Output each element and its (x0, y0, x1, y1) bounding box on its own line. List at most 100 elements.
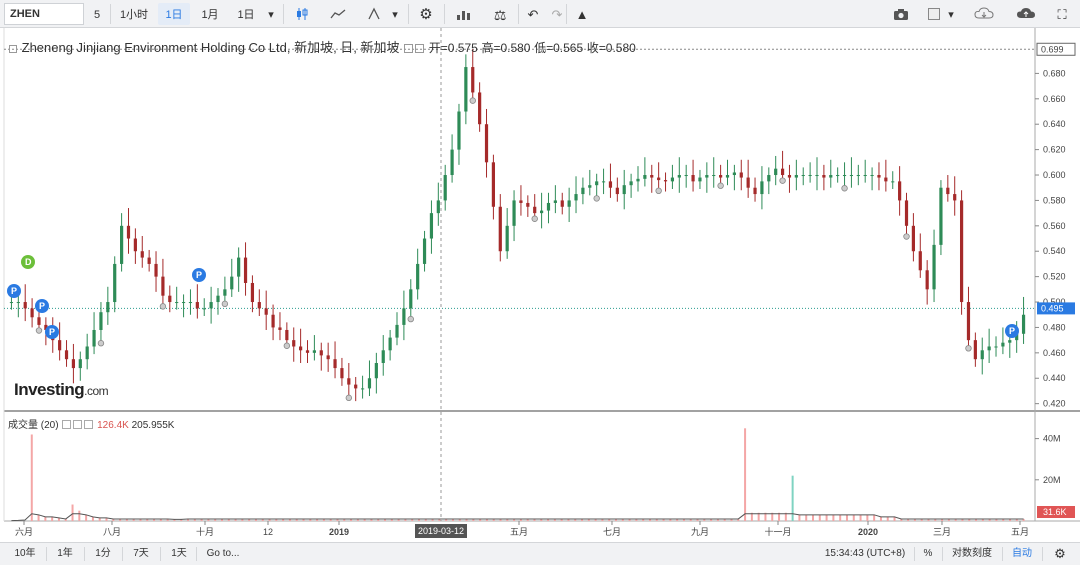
price-tick-label: 0.680 (1043, 68, 1066, 78)
time-tick-label: 六月 (15, 526, 33, 537)
candle-body (836, 175, 840, 177)
range-1y-button[interactable]: 1年 (50, 546, 80, 562)
candle-body (292, 340, 296, 347)
auto-scale-button[interactable]: 自动 (1006, 546, 1038, 562)
divider (408, 4, 409, 24)
volume-hide-icon[interactable] (73, 420, 83, 429)
legend-hide-icon[interactable] (415, 44, 425, 53)
volume-close-icon[interactable] (84, 420, 94, 429)
fullscreen-icon[interactable]: ⛶ (1050, 3, 1074, 25)
range-10y-button[interactable]: 10年 (8, 546, 42, 562)
event-marker-label: P (196, 270, 202, 280)
candle-body (753, 187, 757, 195)
cloud-upload-icon[interactable] (1012, 3, 1040, 25)
candle-body (230, 276, 234, 290)
candle-body (539, 210, 544, 214)
candlestick-icon[interactable] (290, 3, 314, 25)
volume-bar (852, 514, 855, 521)
candle-body (842, 175, 847, 177)
camera-icon[interactable] (888, 3, 914, 25)
candle-body (705, 175, 709, 178)
area-chart-icon[interactable] (326, 3, 350, 25)
bar-chart-icon[interactable] (452, 3, 476, 25)
volume-label: 成交量 (20) (8, 420, 59, 431)
interval-1m-button[interactable]: 1月 (194, 3, 226, 25)
range-select[interactable]: 1日 (230, 3, 262, 25)
percent-scale-button[interactable]: % (918, 546, 938, 562)
chart-area[interactable]: 0.680 0.660 0.640 0.620 0.600 0.580 0.560 0.540… (0, 28, 1080, 542)
legend-collapse-icon[interactable] (9, 45, 17, 53)
legend-low: 低=0.565 (534, 41, 584, 55)
undo-icon[interactable]: ↶ (522, 3, 544, 25)
candle-body (457, 111, 461, 150)
candle-body (312, 350, 316, 353)
candle-body (37, 317, 41, 325)
cloud-download-icon[interactable] (970, 3, 998, 25)
legend-settings-icon[interactable] (404, 44, 414, 53)
candle-body (429, 213, 434, 239)
log-scale-button[interactable]: 对数刻度 (946, 546, 998, 562)
color-square-icon[interactable] (924, 3, 944, 25)
price-chart[interactable]: 0.680 0.660 0.640 0.620 0.600 0.580 0.560 0.540… (0, 28, 1080, 542)
candle-body (932, 244, 936, 290)
volume-bar (744, 428, 747, 521)
dividend-dot (655, 187, 662, 194)
goto-button[interactable]: Go to... (200, 546, 246, 562)
interval-1h-button[interactable]: 1小时 (114, 3, 154, 25)
price-tick-label: 0.420 (1043, 399, 1066, 409)
chevron-down-icon[interactable]: ▾ (944, 3, 958, 25)
candle-body (546, 202, 551, 211)
interval-1d-button[interactable]: 1日 (158, 3, 190, 25)
candle-body (1021, 314, 1026, 334)
volume-bar (51, 516, 54, 521)
candle-body (595, 181, 599, 186)
range-1min-button[interactable]: 1分 (88, 546, 118, 562)
compare-icon[interactable]: ⚖ (488, 3, 512, 25)
time-tick-label: 八月 (103, 527, 121, 537)
volume-bar (818, 514, 821, 521)
volume-bar (805, 514, 808, 521)
range-1d-button[interactable]: 1天 (164, 546, 194, 562)
time-tick-label: 五月 (1011, 527, 1029, 537)
candle-body (175, 302, 179, 304)
time-tick-label: 七月 (603, 527, 621, 537)
volume-settings-icon[interactable] (62, 420, 72, 429)
redo-icon[interactable]: ↷ (546, 3, 568, 25)
candle-body (360, 388, 365, 390)
candle-body (422, 238, 427, 264)
indicators-icon[interactable] (362, 3, 386, 25)
volume-current-label: 31.6K (1043, 507, 1067, 517)
candle-body (801, 175, 805, 177)
volume-bar (91, 516, 94, 521)
candle-body (774, 168, 778, 176)
candle-body (58, 340, 62, 351)
candle-body (16, 302, 20, 304)
chevron-down-icon[interactable]: ▾ (264, 3, 278, 25)
candle-body (829, 175, 833, 178)
dividend-dot (841, 185, 848, 192)
candle-body (85, 346, 89, 360)
symbol-input[interactable]: ZHEN (4, 3, 84, 25)
chevron-down-icon[interactable]: ▾ (388, 3, 402, 25)
toolbar: ZHEN 5 1小时 1日 1月 1日 ▾ ▾ ⚙ ⚖ ↶ ↷ ▲ ▾ ⛶ (0, 0, 1080, 28)
gear-icon[interactable]: ⚙ (1046, 546, 1074, 562)
candle-body (1001, 342, 1005, 347)
candle-body (9, 302, 14, 304)
candle-body (870, 175, 874, 177)
price-tick-label: 0.480 (1043, 322, 1066, 332)
event-marker-label: P (1009, 326, 1015, 336)
volume-tick-label: 40M (1043, 434, 1061, 444)
candle-body (560, 200, 564, 207)
candle-body (271, 314, 275, 328)
alert-icon[interactable]: ▲ (570, 3, 594, 25)
range-7d-button[interactable]: 7天 (126, 546, 156, 562)
time-tick-label: 12 (263, 527, 273, 537)
gear-icon[interactable]: ⚙ (414, 3, 438, 25)
candle-body (478, 92, 482, 125)
interval-input[interactable]: 5 (88, 3, 106, 25)
divider (84, 547, 85, 561)
volume-bar (845, 514, 848, 521)
volume-bar (78, 510, 81, 521)
dividend-dot (717, 182, 724, 189)
candle-body (388, 337, 392, 351)
